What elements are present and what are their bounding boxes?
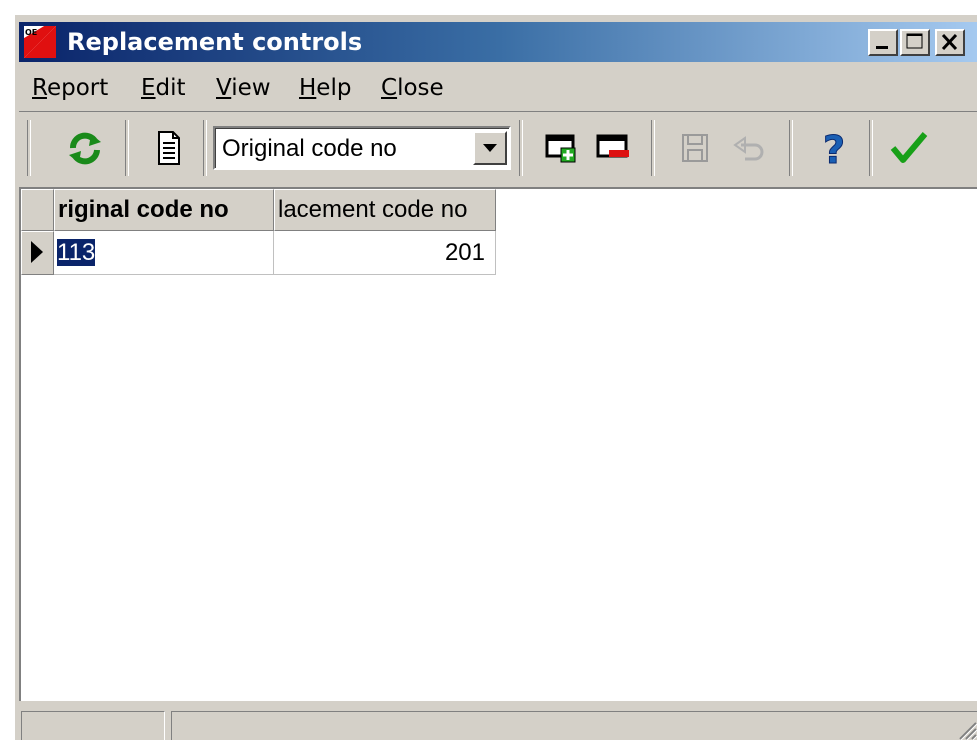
app-window: OE Replacement controls Report Edit View… (12, 12, 977, 740)
app-logo-text: OE (25, 28, 37, 37)
toolbar-separator (789, 120, 793, 176)
column-header-replacement-code[interactable]: lacement code no (274, 189, 496, 231)
app-logo-icon: OE (24, 26, 56, 58)
add-record-button[interactable] (539, 126, 583, 170)
save-icon (682, 134, 708, 162)
table-cell-replacement-code[interactable]: 201 (274, 231, 496, 275)
undo-icon (733, 136, 764, 161)
menu-view[interactable]: View (216, 75, 271, 101)
menu-help[interactable]: Help (299, 75, 351, 101)
menu-bar: Report Edit View Help Close (19, 69, 977, 109)
toolbar: Original code no ? (19, 111, 977, 186)
toolbar-grip (27, 120, 31, 176)
data-grid[interactable]: riginal code no lacement code no 113 201 (19, 187, 977, 701)
selected-cell-text: 113 (57, 239, 96, 266)
minimize-button[interactable] (868, 29, 898, 56)
maximize-button[interactable] (900, 29, 930, 56)
toolbar-separator (651, 120, 655, 176)
report-button[interactable] (147, 126, 191, 170)
current-row-arrow-icon (31, 241, 43, 263)
chevron-down-icon (483, 144, 497, 152)
maximize-icon (906, 33, 923, 49)
refresh-button[interactable] (63, 126, 107, 170)
status-panel-left (21, 711, 165, 740)
minimize-icon (876, 46, 888, 49)
save-button[interactable] (673, 126, 717, 170)
close-icon (941, 33, 958, 51)
status-panel-main (171, 711, 977, 740)
ok-button[interactable] (887, 126, 931, 170)
toolbar-separator (869, 120, 873, 176)
undo-button[interactable] (727, 126, 771, 170)
help-icon: ? (823, 128, 846, 173)
search-field-value: Original code no (222, 135, 397, 162)
search-field-combo[interactable]: Original code no (213, 126, 511, 170)
resize-grip-icon[interactable] (956, 719, 977, 740)
title-bar[interactable]: OE Replacement controls (19, 22, 977, 62)
checkmark-icon (890, 132, 928, 163)
delete-record-icon (596, 134, 629, 158)
column-header-original-code[interactable]: riginal code no (54, 189, 274, 231)
close-button[interactable] (935, 29, 965, 56)
refresh-icon (69, 132, 101, 165)
delete-record-button[interactable] (591, 126, 635, 170)
table-cell-original-code[interactable]: 113 (54, 231, 274, 275)
grid-corner (21, 189, 54, 231)
status-bar (19, 705, 977, 740)
toolbar-separator (519, 120, 523, 176)
add-record-icon (545, 134, 576, 163)
toolbar-separator (125, 120, 129, 176)
help-button[interactable]: ? (811, 126, 855, 173)
menu-close[interactable]: Close (381, 75, 444, 101)
row-indicator[interactable] (21, 231, 54, 275)
menu-report[interactable]: Report (32, 75, 108, 101)
svg-text:?: ? (823, 128, 845, 170)
toolbar-separator (203, 120, 207, 176)
document-icon (158, 131, 180, 165)
menu-edit[interactable]: Edit (141, 75, 186, 101)
window-title: Replacement controls (67, 28, 363, 56)
combo-dropdown-button[interactable] (473, 131, 507, 165)
